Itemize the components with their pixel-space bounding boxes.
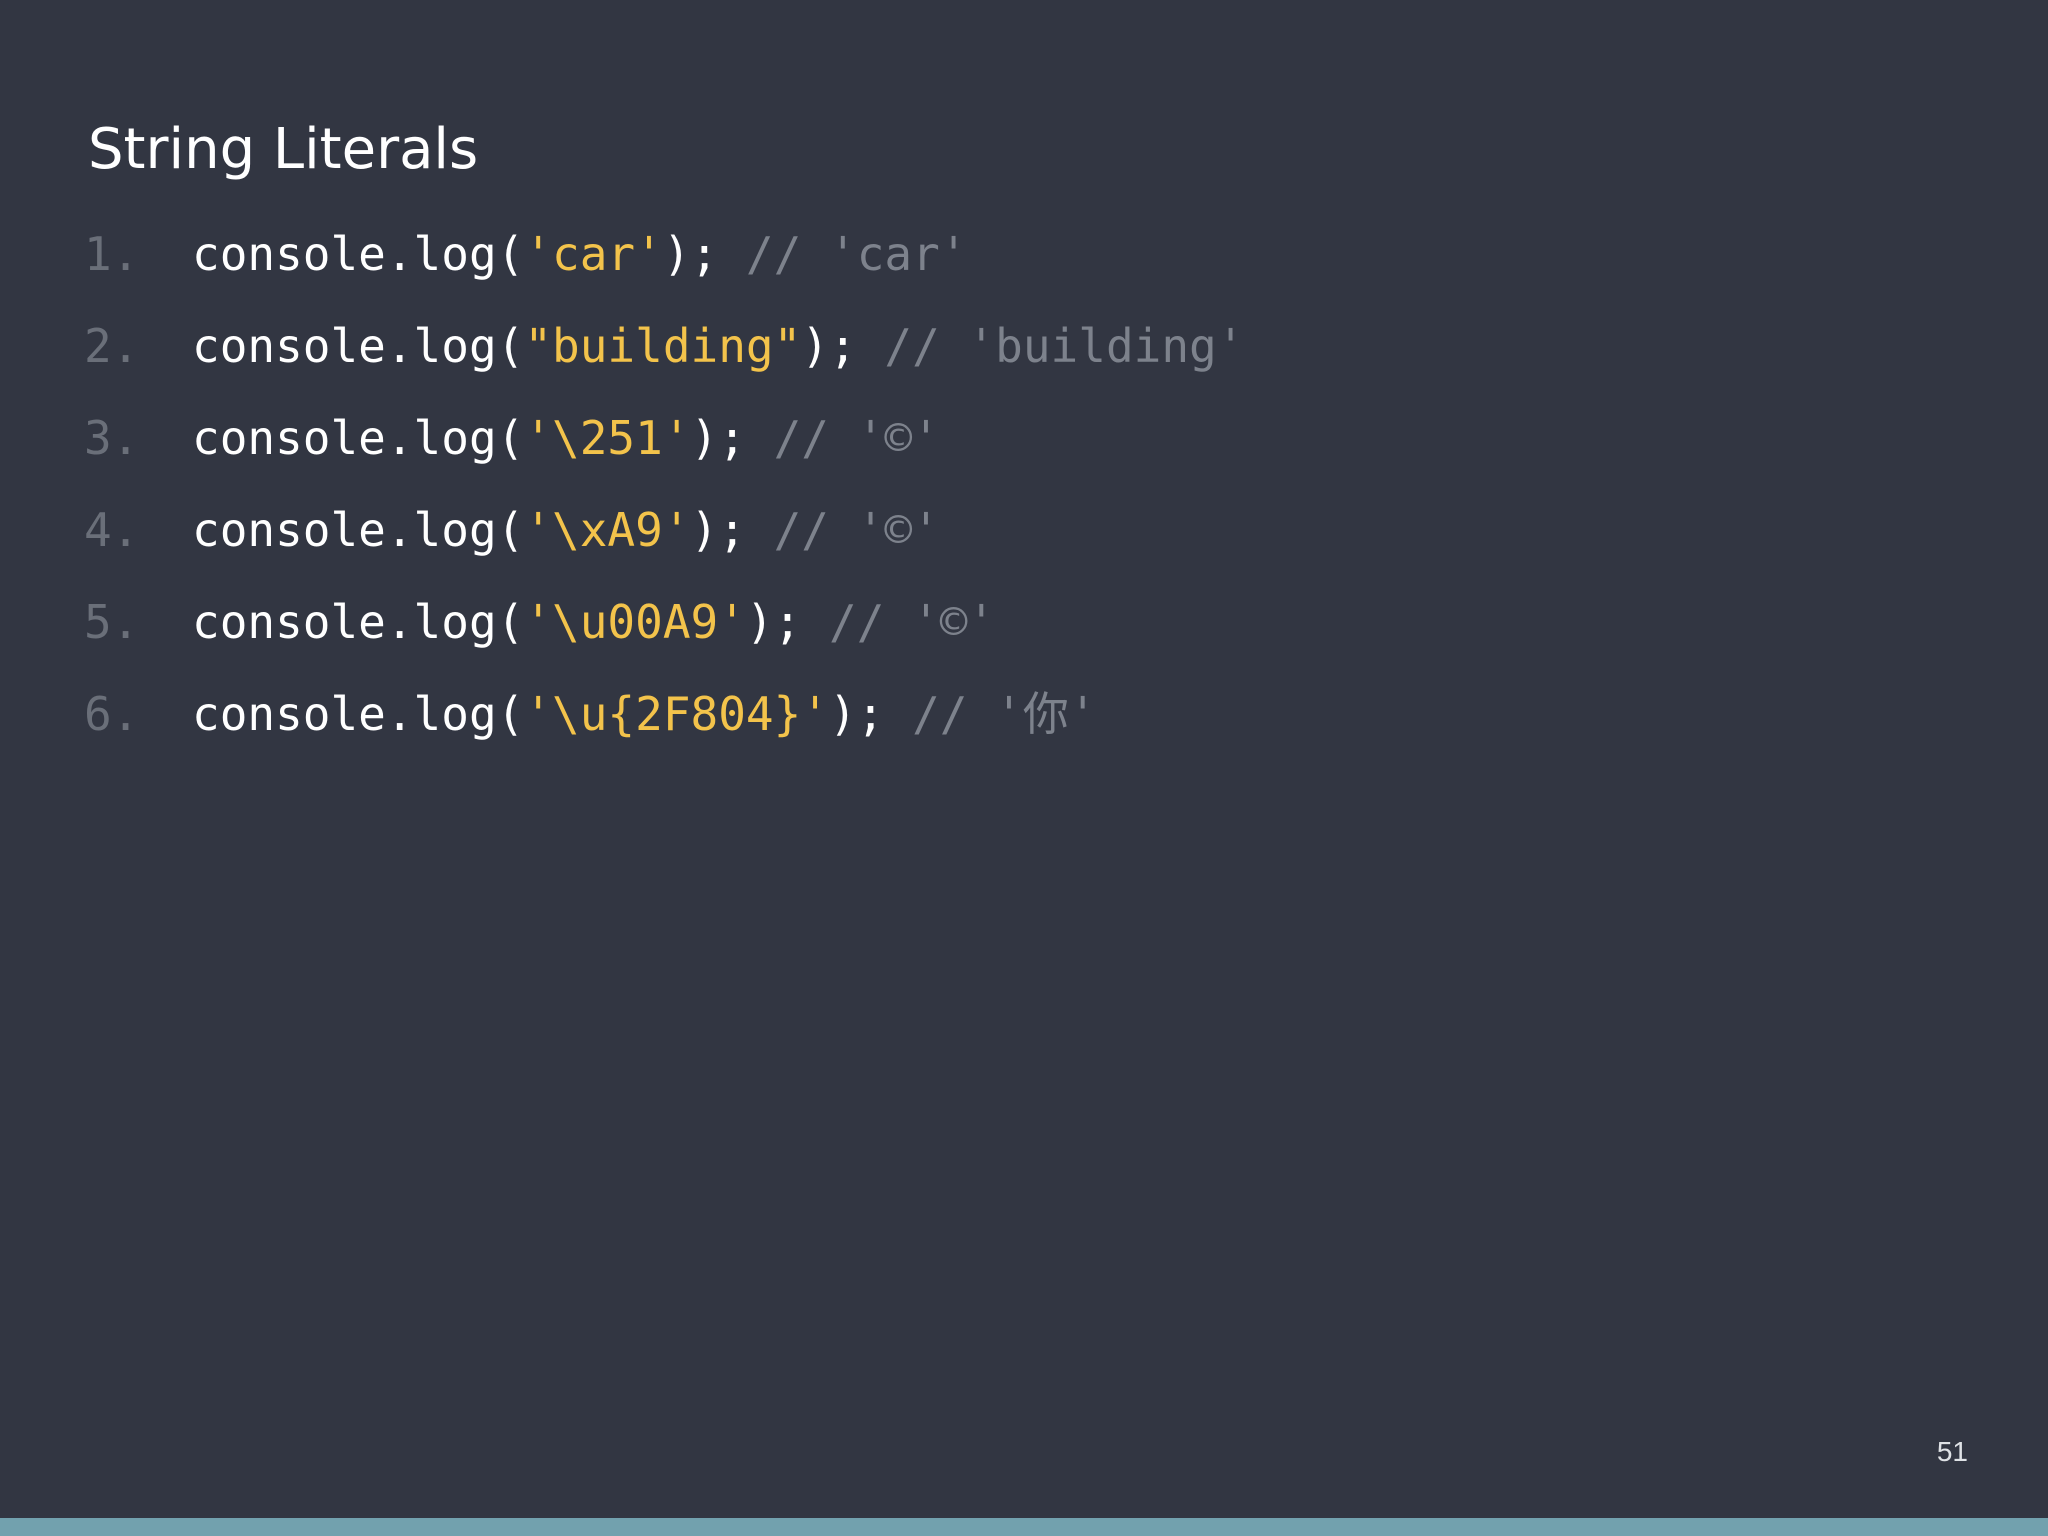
code-call: console.log( xyxy=(192,595,525,649)
slide-title: String Literals xyxy=(88,117,479,182)
code-line-2: 2. console.log("building"); // 'building… xyxy=(0,310,1244,402)
code-call-close: ); xyxy=(690,411,746,465)
code-comment: // 'building' xyxy=(884,319,1245,373)
code-text: console.log('\u00A9'); // '©' xyxy=(192,586,995,658)
string-literal: 'car' xyxy=(524,227,663,281)
code-comment: // '©' xyxy=(773,411,940,465)
code-comment: // '©' xyxy=(829,595,996,649)
code-call-close: ); xyxy=(662,227,719,281)
string-literal: '\u{2F804}' xyxy=(524,687,829,741)
code-comment: // '你' xyxy=(912,687,1097,741)
code-call: console.log( xyxy=(192,411,525,465)
code-line-6: 6. console.log('\u{2F804}'); // '你' xyxy=(0,678,1097,770)
line-number: 6. xyxy=(84,687,140,741)
code-line-5: 5. console.log('\u00A9'); // '©' xyxy=(0,586,995,678)
code-line-3: 3. console.log('\251'); // '©' xyxy=(0,402,940,494)
code-comment: // '©' xyxy=(773,503,940,557)
code-line-4: 4. console.log('\xA9'); // '©' xyxy=(0,494,940,586)
code-text: console.log('\u{2F804}'); // '你' xyxy=(192,678,1097,750)
code-listing: 1. console.log('car'); // 'car' 2. conso… xyxy=(0,218,1244,770)
code-text: console.log('\251'); // '©' xyxy=(192,402,940,474)
code-line-1: 1. console.log('car'); // 'car' xyxy=(0,218,967,310)
line-number: 2. xyxy=(84,319,140,373)
code-text: console.log("building"); // 'building' xyxy=(192,310,1244,382)
page-number: 51 xyxy=(1936,1436,1968,1467)
line-number: 4. xyxy=(84,503,140,557)
code-call: console.log( xyxy=(192,687,525,741)
code-call: console.log( xyxy=(192,227,525,281)
line-number: 3. xyxy=(84,411,140,465)
code-call: console.log( xyxy=(192,319,525,373)
bottom-accent-bar xyxy=(0,1518,2048,1536)
code-call-close: ); xyxy=(690,503,746,557)
string-literal: '\xA9' xyxy=(524,503,691,557)
code-call-close: ); xyxy=(745,595,802,649)
code-call-close: ); xyxy=(828,687,885,741)
code-call-close: ); xyxy=(801,319,857,373)
string-literal: '\251' xyxy=(524,411,691,465)
string-literal: "building" xyxy=(524,319,802,373)
code-comment: // 'car' xyxy=(745,227,968,281)
string-literal: '\u00A9' xyxy=(524,595,746,649)
code-call: console.log( xyxy=(192,503,525,557)
line-number: 5. xyxy=(84,595,140,649)
line-number: 1. xyxy=(84,227,140,281)
code-text: console.log('\xA9'); // '©' xyxy=(192,494,940,566)
code-text: console.log('car'); // 'car' xyxy=(192,218,967,290)
